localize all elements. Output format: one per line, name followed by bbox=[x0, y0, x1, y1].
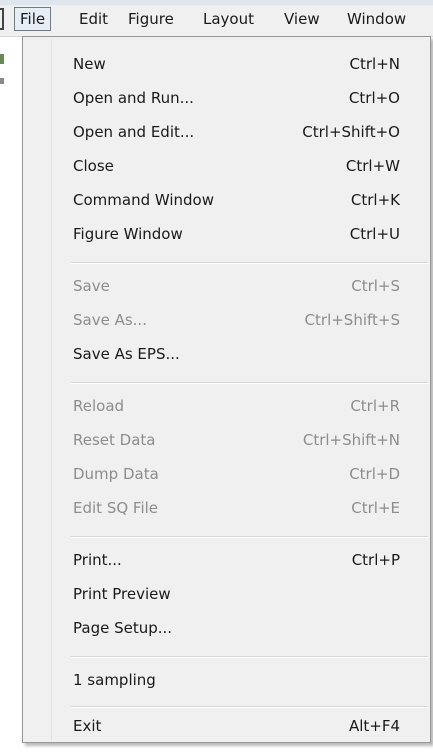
underlying-window-fragment bbox=[0, 54, 4, 64]
menu-item-save[interactable]: Save Ctrl+S bbox=[26, 269, 427, 303]
menu-item-label: Close bbox=[73, 157, 114, 175]
menu-item-exit[interactable]: Exit Alt+F4 bbox=[26, 709, 427, 743]
menu-item-open-and-edit[interactable]: Open and Edit... Ctrl+Shift+O bbox=[26, 115, 427, 149]
menu-item-shortcut: Alt+F4 bbox=[348, 717, 400, 735]
menu-item-label: Save As EPS... bbox=[73, 345, 180, 363]
menu-item-label: 1 sampling bbox=[73, 671, 156, 689]
menu-item-label: Figure Window bbox=[73, 225, 183, 243]
menu-item-label: Open and Run... bbox=[73, 89, 194, 107]
menu-view[interactable]: View bbox=[284, 9, 320, 29]
menu-item-shortcut: Ctrl+E bbox=[351, 499, 400, 517]
menu-item-label: Reload bbox=[73, 397, 125, 415]
menu-item-shortcut: Ctrl+P bbox=[351, 551, 400, 569]
menu-item-shortcut: Ctrl+S bbox=[351, 277, 400, 295]
menu-item-label: Print Preview bbox=[73, 585, 171, 603]
toolbar-edge bbox=[0, 8, 4, 30]
menu-separator bbox=[71, 706, 428, 708]
menu-item-label: Exit bbox=[73, 717, 102, 735]
menu-item-shortcut: Ctrl+U bbox=[349, 225, 400, 243]
menu-item-open-and-run[interactable]: Open and Run... Ctrl+O bbox=[26, 81, 427, 115]
menu-item-label: Save As... bbox=[73, 311, 147, 329]
menu-item-shortcut: Ctrl+Shift+S bbox=[304, 311, 400, 329]
menu-item-edit-sq-file[interactable]: Edit SQ File Ctrl+E bbox=[26, 491, 427, 525]
menu-item-shortcut: Ctrl+D bbox=[349, 465, 400, 483]
menu-separator bbox=[71, 262, 428, 264]
menu-item-print[interactable]: Print... Ctrl+P bbox=[26, 543, 427, 577]
menu-item-shortcut: Ctrl+K bbox=[350, 191, 400, 209]
menu-layout[interactable]: Layout bbox=[203, 9, 254, 29]
menu-item-label: Command Window bbox=[73, 191, 215, 209]
menu-item-shortcut: Ctrl+Shift+N bbox=[302, 431, 400, 449]
menu-item-command-window[interactable]: Command Window Ctrl+K bbox=[26, 183, 427, 217]
menu-item-label: Print... bbox=[73, 551, 122, 569]
menu-item-label: New bbox=[73, 55, 106, 73]
underlying-window-fragment bbox=[0, 78, 4, 84]
menu-item-recent-file[interactable]: 1 sampling bbox=[26, 663, 427, 697]
menu-item-shortcut: Ctrl+Shift+O bbox=[302, 123, 400, 141]
menu-item-close[interactable]: Close Ctrl+W bbox=[26, 149, 427, 183]
application-window: File Edit Figure Layout View Window New … bbox=[0, 0, 433, 753]
menu-separator bbox=[71, 382, 428, 384]
menu-edit[interactable]: Edit bbox=[79, 9, 108, 29]
menu-item-save-as-eps[interactable]: Save As EPS... bbox=[26, 337, 427, 371]
menu-item-dump-data[interactable]: Dump Data Ctrl+D bbox=[26, 457, 427, 491]
menu-figure[interactable]: Figure bbox=[128, 9, 174, 29]
menu-item-label: Edit SQ File bbox=[73, 499, 159, 517]
menu-item-print-preview[interactable]: Print Preview bbox=[26, 577, 427, 611]
menu-item-reload[interactable]: Reload Ctrl+R bbox=[26, 389, 427, 423]
menu-item-figure-window[interactable]: Figure Window Ctrl+U bbox=[26, 217, 427, 251]
menu-item-shortcut: Ctrl+W bbox=[345, 157, 400, 175]
menu-item-new[interactable]: New Ctrl+N bbox=[26, 47, 427, 81]
title-bar-remnant bbox=[0, 0, 433, 5]
menu-item-label: Dump Data bbox=[73, 465, 159, 483]
menu-bar: File Edit Figure Layout View Window bbox=[0, 0, 433, 37]
menu-item-label: Open and Edit... bbox=[73, 123, 195, 141]
menu-separator bbox=[71, 536, 428, 538]
menu-item-shortcut: Ctrl+O bbox=[348, 89, 400, 107]
menu-separator bbox=[71, 656, 428, 658]
menu-item-label: Page Setup... bbox=[73, 619, 173, 637]
menu-item-shortcut: Ctrl+R bbox=[350, 397, 400, 415]
menu-item-label: Save bbox=[73, 277, 110, 295]
file-menu-dropdown: New Ctrl+N Open and Run... Ctrl+O Open a… bbox=[22, 36, 431, 743]
menu-item-save-as[interactable]: Save As... Ctrl+Shift+S bbox=[26, 303, 427, 337]
menu-item-label: Reset Data bbox=[73, 431, 156, 449]
menu-item-page-setup[interactable]: Page Setup... bbox=[26, 611, 427, 645]
menu-item-reset-data[interactable]: Reset Data Ctrl+Shift+N bbox=[26, 423, 427, 457]
menu-window[interactable]: Window bbox=[347, 9, 406, 29]
menu-item-shortcut: Ctrl+N bbox=[349, 55, 400, 73]
menu-file[interactable]: File bbox=[14, 7, 52, 31]
